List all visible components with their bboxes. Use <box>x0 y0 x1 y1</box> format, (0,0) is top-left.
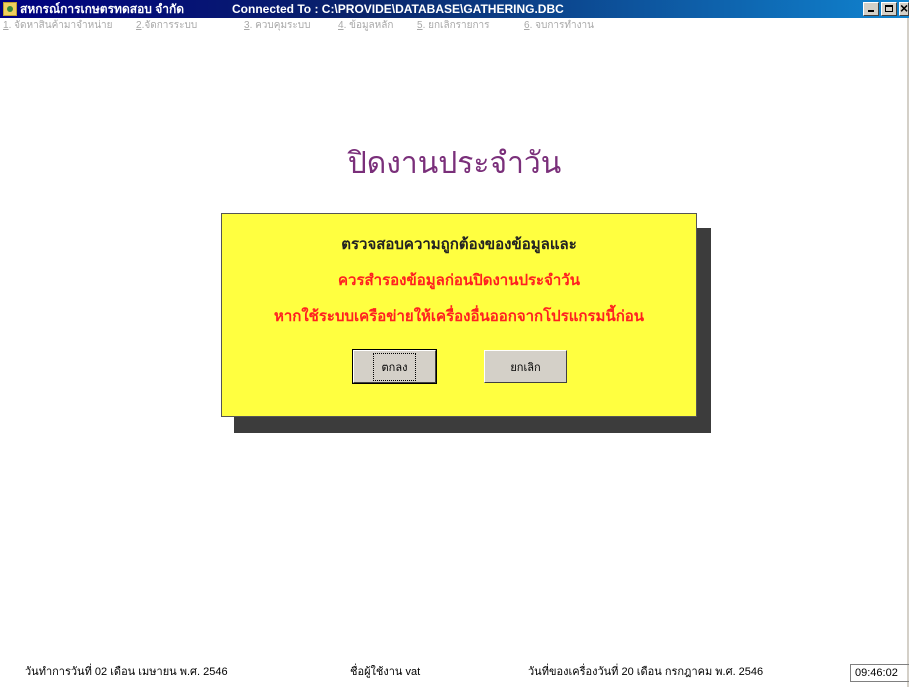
menu-item-procurement[interactable]: 1. จัดหาสินค้ามาจำหน่าย <box>3 18 113 34</box>
cancel-button[interactable]: ยกเลิก <box>484 350 567 383</box>
menu-item-system-management[interactable]: 2.จัดการระบบ <box>136 18 197 34</box>
window-title: สหกรณ์การเกษตรทดสอบ จำกัด <box>20 2 185 16</box>
cancel-button-label: ยกเลิก <box>510 361 541 374</box>
dialog-message-line1: ตรวจสอบความถูกต้องของข้อมูลและ <box>341 235 577 253</box>
ok-button[interactable]: ตกลง <box>352 349 437 384</box>
status-machine-date: วันที่ของเครื่องวันที่ 20 เดือน กรกฎาคม … <box>528 666 764 678</box>
close-icon[interactable] <box>899 0 909 17</box>
menu-bar: 1. จัดหาสินค้ามาจำหน่าย 2.จัดการระบบ 3. … <box>0 18 909 34</box>
window-controls <box>861 0 909 17</box>
confirm-dialog: ตรวจสอบความถูกต้องของข้อมูลและ ควรสำรองข… <box>221 213 697 417</box>
menu-item-system-control[interactable]: 3. ควบคุมระบบ <box>244 18 311 34</box>
menu-item-exit[interactable]: 6. จบการทำงาน <box>524 18 594 34</box>
status-clock: 09:46:02 <box>850 664 909 682</box>
dialog-message-line3: หากใช้ระบบเครือข่ายให้เครื่องอื่นออกจากโ… <box>273 307 645 325</box>
status-user: ชื่อผู้ใช้งาน vat <box>350 666 421 678</box>
menu-item-cancel-transaction[interactable]: 5. ยกเลิกรายการ <box>417 18 490 34</box>
page-title: ปิดงานประจำวัน <box>347 146 562 181</box>
app-icon[interactable] <box>3 2 17 16</box>
minimize-icon[interactable] <box>863 2 879 16</box>
title-bar[interactable]: สหกรณ์การเกษตรทดสอบ จำกัด Connected To :… <box>0 0 909 18</box>
menu-item-master-data[interactable]: 4. ข้อมูลหลัก <box>338 18 393 34</box>
ok-button-label: ตกลง <box>372 352 417 381</box>
status-work-date: วันทำการวันที่ 02 เดือน เมษายน พ.ศ. 2546 <box>25 666 228 678</box>
maximize-icon[interactable] <box>881 2 897 16</box>
connection-path: Connected To : C:\PROVIDE\DATABASE\GATHE… <box>232 2 564 16</box>
dialog-message-line2: ควรสำรองข้อมูลก่อนปิดงานประจำวัน <box>338 271 580 289</box>
